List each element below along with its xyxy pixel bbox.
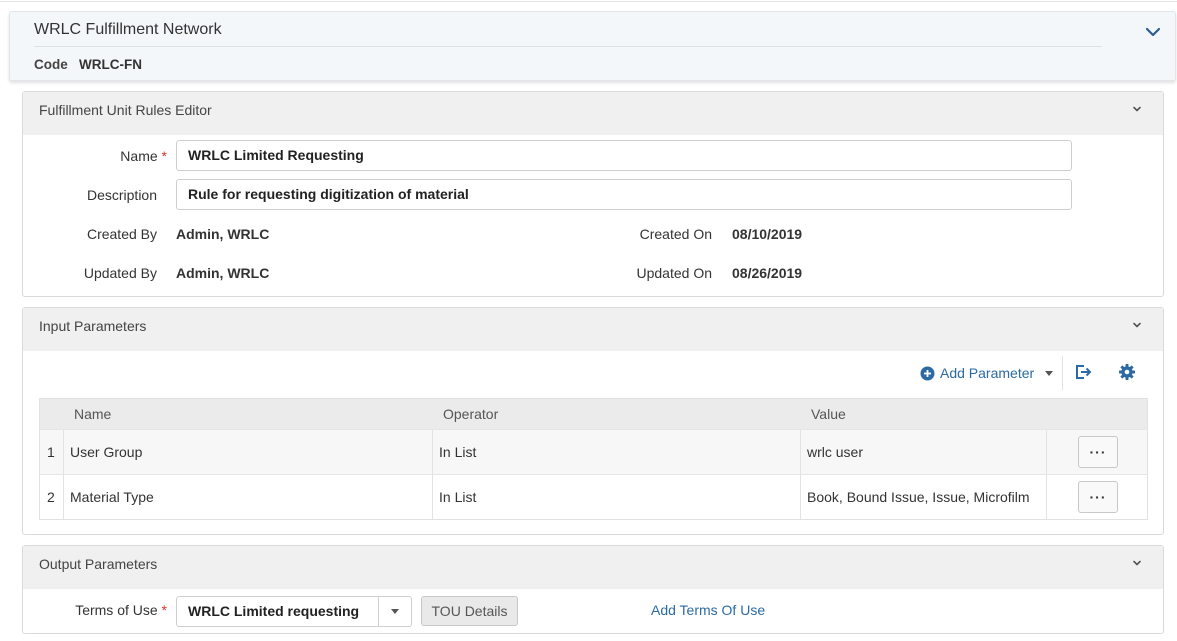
code-label: Code: [34, 57, 68, 72]
add-terms-of-use-link[interactable]: Add Terms Of Use: [651, 602, 765, 618]
table-row[interactable]: 2 Material Type In List Book, Bound Issu…: [40, 474, 1147, 519]
table-header: Name Operator Value: [40, 399, 1147, 429]
updated-on-value: 08/26/2019: [732, 265, 803, 281]
name-label: Name *: [120, 148, 167, 164]
row-index: 1: [47, 444, 55, 460]
parameters-table: Name Operator Value 1 User Group In List…: [39, 398, 1148, 520]
column-divider: [432, 430, 433, 474]
add-parameter-label: Add Parameter: [940, 365, 1035, 381]
input-parameters-title: Input Parameters: [39, 318, 147, 334]
chevron-down-icon[interactable]: [1131, 103, 1143, 115]
name-field[interactable]: WRLC Limited Requesting: [176, 140, 1072, 171]
page-title: WRLC Fulfillment Network: [34, 21, 222, 38]
description-field[interactable]: Rule for requesting digitization of mate…: [176, 179, 1072, 210]
parameter-value: wrlc user: [807, 444, 864, 460]
column-divider: [63, 430, 64, 474]
input-parameters-panel: Input Parameters Add Parameter Name Oper…: [22, 307, 1164, 535]
row-index: 2: [47, 489, 55, 505]
export-icon[interactable]: [1074, 363, 1092, 381]
column-header-operator[interactable]: Operator: [443, 399, 498, 429]
row-actions-button[interactable]: ···: [1078, 481, 1118, 513]
caret-down-icon[interactable]: [391, 609, 399, 614]
output-parameters-panel: Output Parameters Terms of Use * WRLC Li…: [22, 545, 1164, 634]
description-label: Description: [86, 187, 157, 203]
required-marker: *: [161, 148, 167, 164]
updated-on-label: Updated On: [636, 265, 713, 281]
fulfillment-network-header: WRLC Fulfillment Network Code WRLC-FN: [9, 11, 1176, 81]
created-on-label: Created On: [639, 226, 712, 242]
parameter-value: Book, Bound Issue, Issue, Microfilm: [807, 489, 1030, 505]
rules-editor-header[interactable]: Fulfillment Unit Rules Editor: [23, 92, 1163, 135]
table-row[interactable]: 1 User Group In List wrlc user ···: [40, 429, 1147, 474]
column-divider: [432, 475, 433, 519]
top-divider: [0, 1, 1177, 2]
updated-by-label: Updated By: [83, 265, 157, 281]
rules-editor-panel: Fulfillment Unit Rules Editor Name * WRL…: [22, 91, 1164, 297]
chevron-down-icon[interactable]: [1144, 25, 1162, 39]
output-parameters-title: Output Parameters: [39, 556, 158, 572]
output-parameters-header[interactable]: Output Parameters: [23, 546, 1163, 589]
tou-details-button[interactable]: TOU Details: [421, 596, 518, 626]
caret-down-icon: [1045, 370, 1054, 376]
created-by-value: Admin, WRLC: [176, 226, 270, 242]
select-divider: [378, 597, 379, 626]
plus-circle-icon: [920, 366, 935, 380]
toolbar-divider: [1062, 356, 1063, 390]
column-divider: [800, 430, 801, 474]
terms-of-use-value: WRLC Limited requesting: [188, 603, 360, 619]
gear-icon[interactable]: [1118, 363, 1136, 381]
code-value: WRLC-FN: [79, 57, 142, 72]
chevron-down-icon[interactable]: [1131, 557, 1143, 569]
created-by-label: Created By: [86, 226, 157, 242]
column-header-value[interactable]: Value: [811, 399, 846, 429]
parameter-operator: In List: [439, 489, 477, 505]
column-divider: [1046, 475, 1047, 519]
rules-editor-title: Fulfillment Unit Rules Editor: [39, 102, 212, 118]
terms-of-use-select[interactable]: WRLC Limited requesting: [176, 596, 412, 627]
updated-by-value: Admin, WRLC: [176, 265, 270, 281]
row-actions-button[interactable]: ···: [1078, 436, 1118, 468]
parameter-name: Material Type: [70, 489, 154, 505]
terms-of-use-label: Terms of Use *: [75, 602, 167, 618]
chevron-down-icon[interactable]: [1131, 319, 1143, 331]
column-header-name[interactable]: Name: [74, 399, 111, 429]
column-divider: [63, 475, 64, 519]
parameter-operator: In List: [439, 444, 477, 460]
required-marker: *: [161, 602, 167, 618]
column-divider: [800, 475, 801, 519]
input-parameters-header[interactable]: Input Parameters: [23, 308, 1163, 351]
parameter-name: User Group: [70, 444, 143, 460]
header-divider: [34, 46, 1102, 47]
column-divider: [1046, 430, 1047, 474]
add-parameter-button[interactable]: Add Parameter: [920, 363, 1054, 383]
created-on-value: 08/10/2019: [732, 226, 803, 242]
